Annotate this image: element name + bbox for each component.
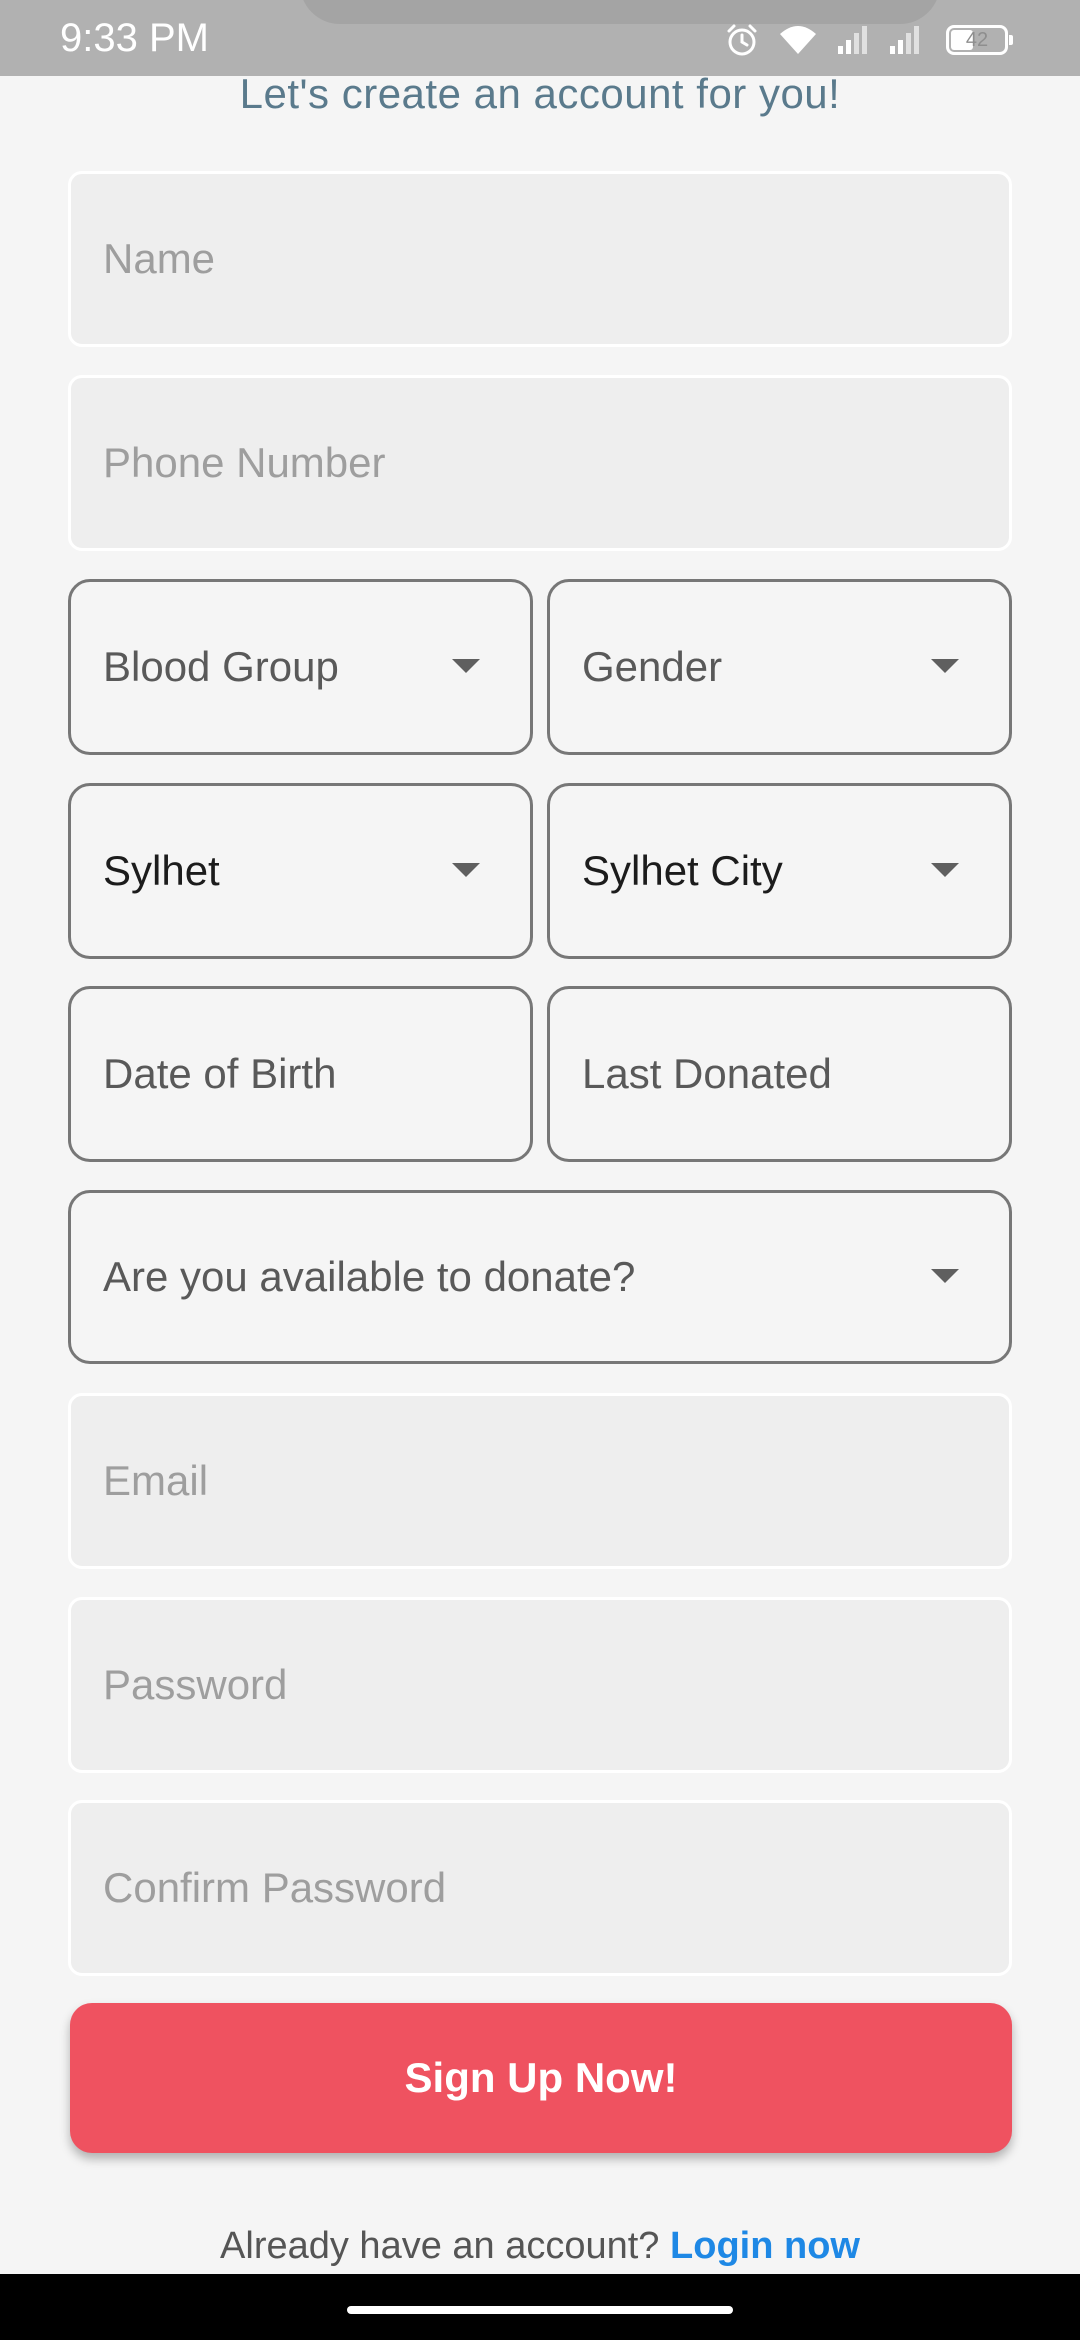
page-subtitle: Let's create an account for you! bbox=[239, 70, 841, 117]
confirm-password-input[interactable]: Confirm Password bbox=[68, 1800, 1012, 1976]
chevron-down-icon bbox=[931, 1269, 959, 1283]
battery-icon: 42 bbox=[946, 25, 1013, 55]
status-bar: 9:33 PM 42 bbox=[0, 0, 1080, 76]
confirm-password-placeholder: Confirm Password bbox=[103, 1864, 447, 1911]
chevron-down-icon bbox=[931, 863, 959, 877]
date-of-birth-label: Date of Birth bbox=[103, 1050, 337, 1097]
status-time: 9:33 PM bbox=[60, 16, 209, 60]
signal-icon bbox=[888, 24, 922, 56]
password-input[interactable]: Password bbox=[68, 1597, 1012, 1773]
phone-number-input[interactable]: Phone Number bbox=[68, 375, 1012, 551]
wifi-icon bbox=[778, 24, 818, 56]
city-value: Sylhet City bbox=[582, 847, 783, 894]
blood-group-dropdown[interactable]: Blood Group bbox=[68, 579, 533, 755]
name-placeholder: Name bbox=[103, 235, 216, 282]
chevron-down-icon bbox=[452, 659, 480, 673]
last-donated-label: Last Donated bbox=[582, 1050, 832, 1097]
alarm-icon bbox=[724, 22, 760, 58]
login-now-link[interactable]: Login now bbox=[670, 2225, 860, 2267]
battery-level: 42 bbox=[965, 29, 989, 51]
navigation-bar bbox=[0, 2274, 1080, 2340]
status-icons: 42 bbox=[724, 20, 1013, 60]
last-donated-field[interactable]: Last Donated bbox=[547, 986, 1012, 1162]
gender-label: Gender bbox=[582, 643, 723, 690]
chevron-down-icon bbox=[931, 659, 959, 673]
city-dropdown[interactable]: Sylhet City bbox=[547, 783, 1012, 959]
login-prompt-text: Already have an account? bbox=[220, 2225, 671, 2267]
home-gesture-handle[interactable] bbox=[347, 2306, 733, 2314]
gender-dropdown[interactable]: Gender bbox=[547, 579, 1012, 755]
login-prompt: Already have an account? Login now bbox=[0, 2225, 1080, 2268]
email-input[interactable]: Email bbox=[68, 1393, 1012, 1569]
chevron-down-icon bbox=[452, 863, 480, 877]
password-placeholder: Password bbox=[103, 1661, 288, 1708]
email-placeholder: Email bbox=[103, 1457, 209, 1504]
phone-number-placeholder: Phone Number bbox=[103, 439, 386, 486]
date-of-birth-field[interactable]: Date of Birth bbox=[68, 986, 533, 1162]
signal-icon bbox=[836, 24, 870, 56]
blood-group-label: Blood Group bbox=[103, 643, 339, 690]
name-input[interactable]: Name bbox=[68, 171, 1012, 347]
availability-label: Are you available to donate? bbox=[103, 1253, 636, 1300]
division-dropdown[interactable]: Sylhet bbox=[68, 783, 533, 959]
availability-dropdown[interactable]: Are you available to donate? bbox=[68, 1190, 1012, 1364]
division-value: Sylhet bbox=[103, 847, 220, 894]
sign-up-button[interactable]: Sign Up Now! bbox=[70, 2003, 1012, 2153]
